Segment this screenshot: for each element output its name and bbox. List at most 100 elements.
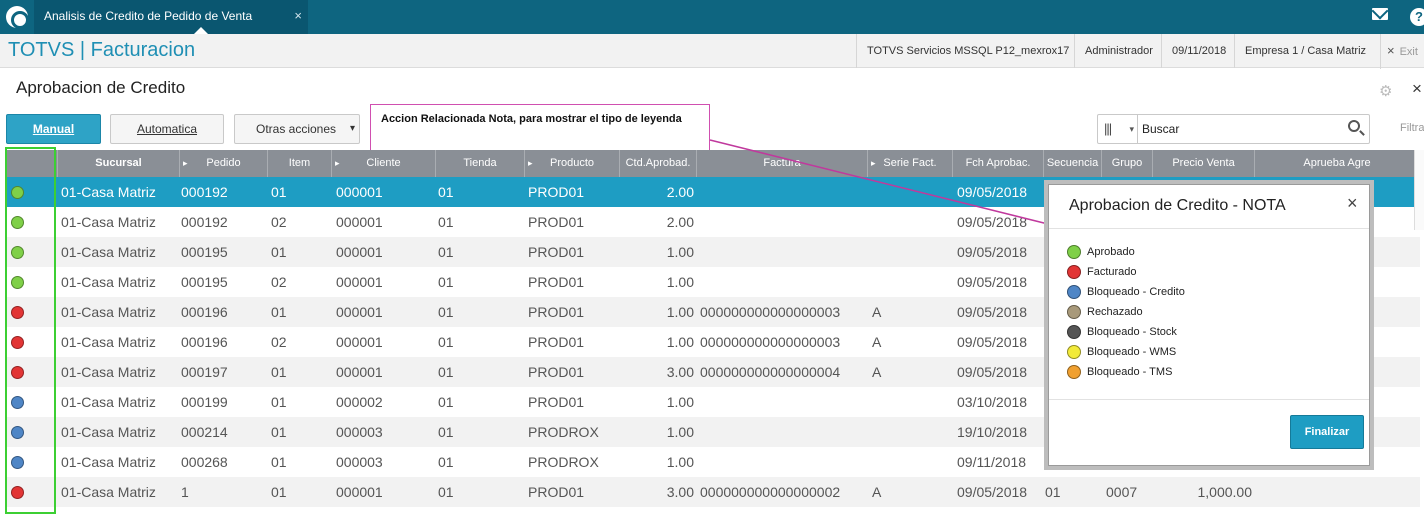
column-header[interactable]: Pedido [180,150,268,177]
cell-cliente: 000001 [336,334,383,350]
cell-fecha: 09/05/2018 [957,304,1028,320]
column-header[interactable]: Item [268,150,332,177]
column-header[interactable]: Sucursal [58,150,180,177]
legend-label: Bloqueado - Credito [1087,286,1185,298]
cell-cliente: 000003 [336,424,383,440]
legend-yellow-icon [1067,345,1081,359]
legend-gray-icon [1067,325,1081,339]
cell-pedido: 000268 [181,454,228,470]
grid-scrollbar[interactable] [1414,150,1424,230]
cell-producto: PROD01 [528,364,585,380]
app-brand: TOTVS | Facturacion [8,39,196,61]
legend-item: Rechazado [1067,303,1143,321]
exit-button[interactable]: × Exit [1380,34,1424,69]
columns-selector[interactable]: ||| ▾ [1098,115,1138,143]
cell-sucursal: 01-Casa Matriz [61,334,156,350]
tab-close-icon[interactable]: × [294,0,302,32]
cell-pedido: 000214 [181,424,228,440]
cell-producto: PROD01 [528,274,585,290]
cell-item: 02 [271,274,287,290]
cell-factura: 000000000000000003 [700,304,841,320]
column-header[interactable]: Precio Venta [1153,150,1255,177]
close-page-icon[interactable]: × [1412,79,1422,99]
column-header[interactable]: Tienda [436,150,525,177]
cell-cliente: 000001 [336,244,383,260]
chevron-down-icon: ▾ [349,123,355,134]
cell-producto: PROD01 [528,184,585,200]
table-row[interactable]: 01-Casa Matriz 1 01 000001 01 PROD01 3.00 00000… [6,477,1420,507]
column-header[interactable]: Serie Fact. [868,150,953,177]
annotation-callout: Accion Relacionada Nota, para mostrar el… [370,104,710,152]
cell-factura [700,177,866,207]
search-input[interactable] [1142,119,1332,139]
cell-sucursal: 01-Casa Matriz [61,484,156,500]
cell-sucursal: 01-Casa Matriz [61,244,156,260]
app-header: TOTVS | Facturacion TOTVS Servicios MSSQ… [0,34,1424,69]
cell-pedido: 1 [181,484,189,500]
cell-factura: 000000000000000002 [700,484,841,500]
cell-ctd: 1.00 [666,244,694,260]
cell-fecha: 19/10/2018 [957,424,1028,440]
grid-header: SucursalPedidoItemClienteTiendaProductoC… [6,150,1420,177]
cell-ctd: 3.00 [666,484,694,500]
automatica-button[interactable]: Automatica [110,114,224,144]
cell-factura [700,207,866,237]
cell-secuencia: 01 [1045,484,1061,500]
cell-tienda: 01 [438,364,454,380]
column-header[interactable]: Producto [525,150,620,177]
server-info: TOTVS Servicios MSSQL P12_mexrox17 [856,34,1069,68]
page-title: Aprobacion de Credito [16,78,186,97]
cell-producto: PROD01 [528,394,585,410]
cell-serie: A [872,484,882,500]
cell-factura: 000000000000000004 [700,364,841,380]
column-header[interactable]: Ctd.Aprobad. [620,150,697,177]
cell-item: 01 [271,304,287,320]
cell-producto: PRODROX [528,454,599,470]
help-icon[interactable]: ? [1410,8,1424,26]
column-header[interactable]: Cliente [332,150,436,177]
cell-producto: PRODROX [528,424,599,440]
nota-modal: Aprobacion de Credito - NOTA × Aprobado F… [1048,184,1370,466]
modal-close-icon[interactable]: × [1347,193,1358,214]
cell-tienda: 01 [438,214,454,230]
cell-fecha: 09/05/2018 [957,184,1028,200]
cell-cliente: 000001 [336,184,383,200]
cell-pedido: 000199 [181,394,228,410]
legend-label: Bloqueado - TMS [1087,366,1173,378]
cell-cliente: 000001 [336,304,383,320]
top-bar: Analisis de Credito de Pedido de Venta [… [0,0,1424,55]
company-info[interactable]: Empresa 1 / Casa Matriz [1234,34,1374,68]
column-header[interactable]: Factura [697,150,868,177]
column-header[interactable]: Secuencia [1044,150,1102,177]
cell-factura: 000000000000000003 [700,334,841,350]
cell-tienda: 01 [438,334,454,350]
manual-button[interactable]: Manual [6,114,101,144]
gear-icon[interactable]: ⚙ [1379,82,1392,100]
totvs-logo-icon[interactable] [6,6,29,29]
filter-label[interactable]: Filtra [1400,122,1424,134]
search-icon[interactable] [1348,120,1360,132]
legend-item: Bloqueado - TMS [1067,363,1172,381]
cell-cliente: 000001 [336,364,383,380]
date-info[interactable]: 09/11/2018 [1161,34,1226,68]
legend-item: Bloqueado - WMS [1067,343,1176,361]
cell-ctd: 1.00 [666,454,694,470]
column-header[interactable]: Grupo [1102,150,1153,177]
cell-item: 01 [271,394,287,410]
cell-item: 02 [271,214,287,230]
cell-pedido: 000197 [181,364,228,380]
legend-green-icon [1067,245,1081,259]
column-header[interactable]: Aprueba Agre [1255,150,1420,177]
cell-ctd: 1.00 [666,304,694,320]
cell-fecha: 09/05/2018 [957,334,1028,350]
cell-tienda: 01 [438,424,454,440]
cell-serie [872,417,942,447]
finalizar-button[interactable]: Finalizar [1290,415,1364,449]
cell-tienda: 01 [438,274,454,290]
mail-icon[interactable] [1372,8,1388,20]
user-info[interactable]: Administrador [1074,34,1153,68]
cell-item: 02 [271,334,287,350]
otras-acciones-button[interactable]: Otras acciones ▾ [234,114,360,144]
tab-analisis-credito[interactable]: Analisis de Credito de Pedido de Venta [… [34,0,308,55]
column-header[interactable]: Fch Aprobac. [953,150,1044,177]
